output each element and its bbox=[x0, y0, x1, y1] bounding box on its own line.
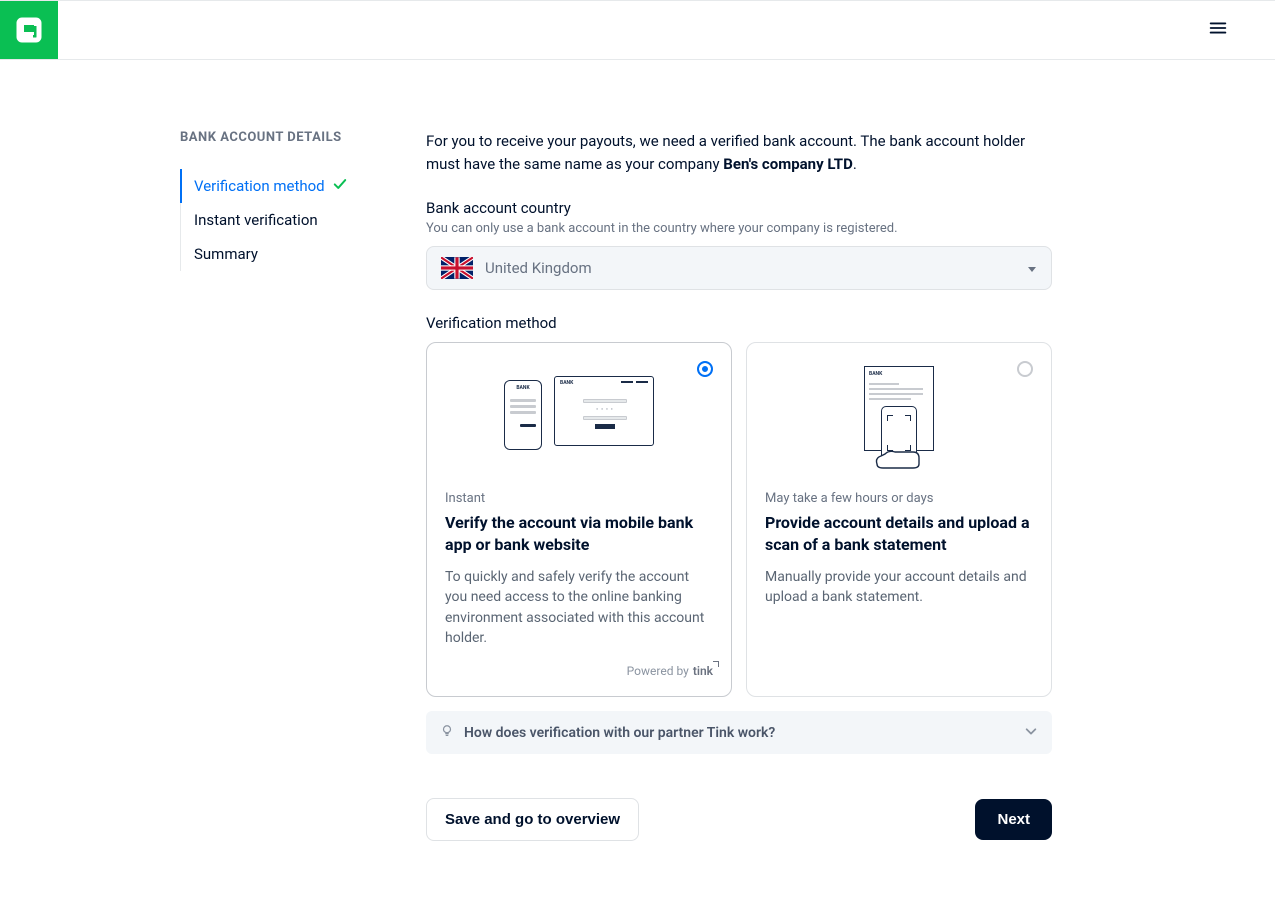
tink-logo: tink bbox=[693, 664, 713, 678]
chevron-down-icon bbox=[1024, 723, 1038, 742]
hamburger-icon bbox=[1207, 17, 1229, 39]
sidebar-item-label: Verification method bbox=[194, 177, 325, 195]
radio-selected-icon bbox=[697, 361, 713, 377]
accordion-text: How does verification with our partner T… bbox=[464, 725, 1014, 741]
sidebar-item-summary[interactable]: Summary bbox=[180, 237, 426, 271]
logo-icon bbox=[13, 14, 45, 46]
card-desc: To quickly and safely verify the account… bbox=[445, 567, 713, 648]
illustration-manual bbox=[765, 361, 1033, 471]
card-title: Provide account details and upload a sca… bbox=[765, 512, 1033, 555]
sidebar: BANK ACCOUNT DETAILS Verification method… bbox=[0, 130, 426, 841]
company-name: Ben's company LTD bbox=[723, 155, 853, 173]
method-label: Verification method bbox=[426, 314, 1052, 332]
country-hint: You can only use a bank account in the c… bbox=[426, 221, 1052, 236]
footer-actions: Save and go to overview Next bbox=[426, 798, 1052, 841]
main-content: For you to receive your payouts, we need… bbox=[426, 130, 1092, 841]
check-icon bbox=[333, 177, 347, 195]
method-card-manual[interactable]: May take a few hours or days Provide acc… bbox=[746, 342, 1052, 697]
illustration-instant: • • • • bbox=[445, 361, 713, 471]
header bbox=[0, 0, 1275, 60]
caret-down-icon bbox=[1027, 259, 1037, 278]
sidebar-item-label: Summary bbox=[194, 245, 258, 263]
card-tag: May take a few hours or days bbox=[765, 491, 1033, 506]
save-overview-button[interactable]: Save and go to overview bbox=[426, 798, 639, 841]
card-title: Verify the account via mobile bank app o… bbox=[445, 512, 713, 555]
menu-button[interactable] bbox=[1201, 11, 1235, 49]
flag-uk-icon bbox=[441, 257, 473, 279]
country-select[interactable]: United Kingdom bbox=[426, 246, 1052, 290]
intro-text: For you to receive your payouts, we need… bbox=[426, 130, 1052, 175]
method-card-instant[interactable]: • • • • Instant Verify the account via m… bbox=[426, 342, 732, 697]
accordion-tink-info[interactable]: How does verification with our partner T… bbox=[426, 711, 1052, 754]
lightbulb-icon bbox=[440, 723, 454, 742]
radio-unselected-icon bbox=[1017, 361, 1033, 377]
logo bbox=[0, 1, 58, 59]
country-label: Bank account country bbox=[426, 199, 1052, 217]
next-button[interactable]: Next bbox=[975, 799, 1052, 840]
powered-by: Powered by tink bbox=[445, 664, 713, 678]
sidebar-item-instant-verification[interactable]: Instant verification bbox=[180, 203, 426, 237]
card-desc: Manually provide your account details an… bbox=[765, 567, 1033, 678]
sidebar-item-verification-method[interactable]: Verification method bbox=[180, 169, 426, 203]
card-tag: Instant bbox=[445, 491, 713, 506]
sidebar-title: BANK ACCOUNT DETAILS bbox=[180, 130, 426, 145]
sidebar-item-label: Instant verification bbox=[194, 211, 318, 229]
country-selected: United Kingdom bbox=[485, 259, 1015, 277]
